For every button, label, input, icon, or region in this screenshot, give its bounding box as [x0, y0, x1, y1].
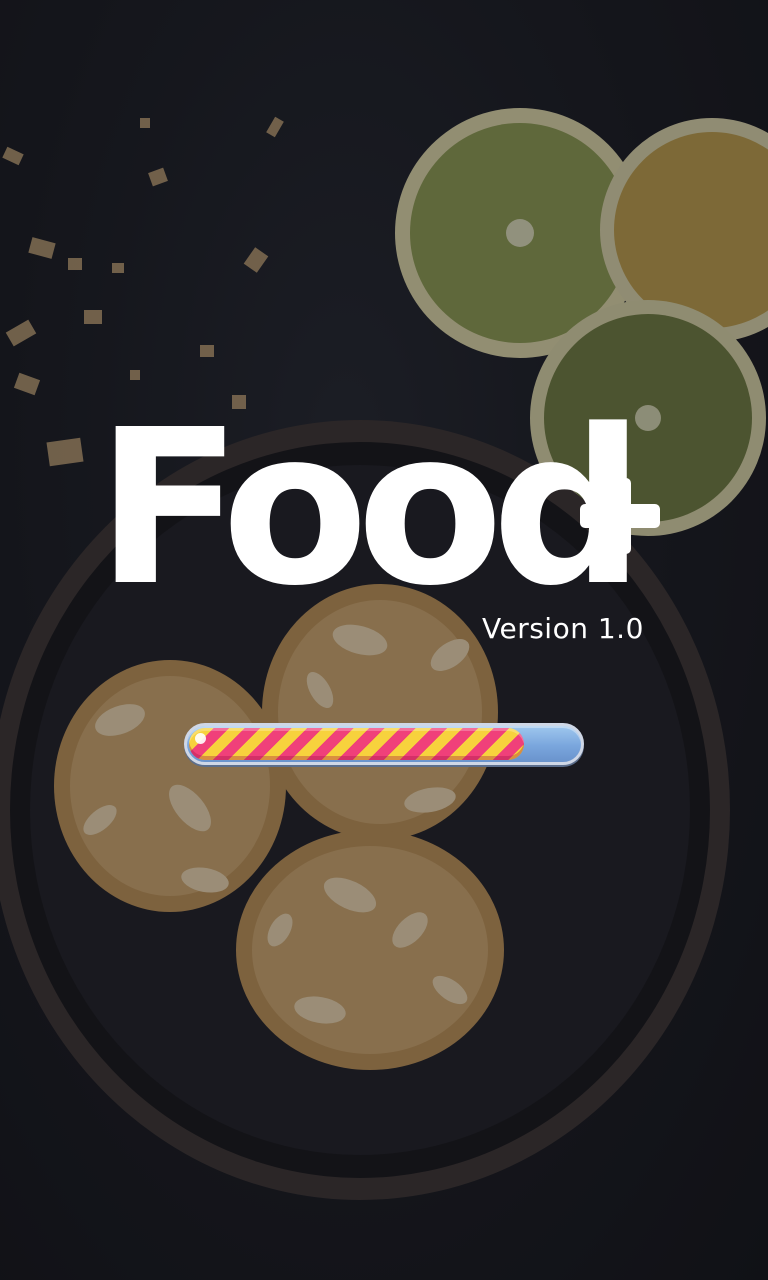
version-label: Version 1.0	[482, 612, 644, 645]
background-photo	[0, 0, 768, 1280]
dim-overlay	[0, 0, 768, 1280]
progress-highlight	[195, 733, 206, 744]
splash-screen: Food Version 1.0	[0, 0, 768, 1280]
loading-progress-bar	[184, 723, 584, 765]
food-plus-logo: Food	[96, 392, 660, 602]
loading-progress-fill	[189, 728, 524, 760]
logo-wordmark: Food	[96, 392, 633, 602]
